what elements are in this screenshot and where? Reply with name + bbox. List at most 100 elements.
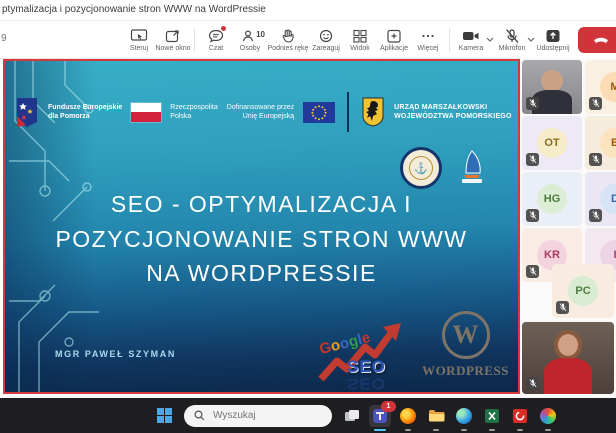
mic-off-icon — [589, 153, 602, 166]
app-open-indicator — [374, 429, 386, 431]
chat-unread-dot — [221, 26, 226, 31]
pomorskie-griffin-shield — [361, 97, 385, 127]
presentation-slide: Fundusze Europejskiedla Pomorza Rzeczpos… — [5, 61, 518, 392]
button-label: Steruj — [130, 45, 148, 52]
mic-muted-icon — [503, 28, 521, 44]
teams-meeting-window: ptymalizacja i pozycjonowanie stron WWW … — [0, 0, 616, 433]
raise-hand-button[interactable]: Podnieś rękę — [267, 22, 309, 58]
mic-off-icon — [589, 209, 602, 222]
chat-button[interactable]: Czat — [199, 22, 233, 58]
mic-off-icon — [556, 301, 569, 314]
toolbar-divider — [194, 28, 195, 52]
participant-initials: HG — [537, 184, 567, 214]
urzad-marszalkowski-label: URZĄD MARSZAŁKOWSKIWOJEWÓDZTWA POMORSKIE… — [394, 103, 512, 122]
participant-initials-tile[interactable]: B — [585, 116, 616, 170]
acrobat-app-icon[interactable] — [509, 405, 531, 427]
button-label: Udostępnij — [536, 45, 569, 52]
control-screen-icon — [130, 28, 148, 44]
apps-button[interactable]: Aplikacje — [377, 22, 411, 58]
teams-notification-badge: 1 — [381, 401, 396, 412]
meeting-timer-fragment: 9 — [1, 33, 7, 44]
shared-screen-region[interactable]: Fundusze Europejskiedla Pomorza Rzeczpos… — [3, 59, 520, 394]
camera-icon — [461, 28, 481, 44]
mic-off-icon — [589, 97, 602, 110]
button-label: Więcej — [417, 45, 438, 52]
button-label: Mikrofon — [499, 45, 526, 52]
start-button[interactable] — [153, 405, 175, 427]
button-label: Kamera — [459, 45, 484, 52]
file-explorer-icon[interactable] — [425, 405, 447, 427]
fundusze-europejskie-logo — [15, 96, 39, 128]
dofinansowane-label: Dofinansowane przezUnię Europejską — [227, 103, 294, 121]
edge-app-icon[interactable] — [453, 405, 475, 427]
slide-header: Fundusze Europejskiedla Pomorza Rzeczpos… — [15, 83, 512, 141]
uniwersytet-morski-gdynia-seal: ⚓ — [400, 147, 442, 189]
app-open-indicator — [433, 429, 439, 431]
participant-face — [541, 70, 563, 92]
sail-logo — [456, 149, 486, 187]
participant-initials: B — [600, 128, 616, 158]
participant-initials-tile[interactable]: OT — [522, 116, 582, 170]
partner-logos: ⚓ — [400, 147, 486, 189]
eu-flag — [303, 102, 335, 123]
teams-app-icon[interactable]: 1 — [369, 405, 391, 427]
search-icon — [194, 410, 205, 421]
wordpress-logo: W WORDPRESS — [413, 311, 518, 379]
participant-initials-tile[interactable]: HG — [522, 172, 582, 226]
participant-initials-tile[interactable]: PC — [552, 264, 614, 318]
poland-flag — [131, 103, 161, 122]
react-button[interactable]: Zareaguj — [309, 22, 343, 58]
microphone-button[interactable]: Mikrofon — [495, 22, 529, 58]
new-window-button[interactable]: Nowe okno — [156, 22, 190, 58]
people-count-badge: 10 — [256, 30, 265, 39]
meeting-toolbar: 9 Steruj Nowe okno Czat — [0, 21, 616, 59]
participant-video-tile[interactable] — [522, 322, 614, 394]
firefox-app-icon[interactable] — [397, 405, 419, 427]
share-screen-icon — [544, 28, 562, 44]
task-view-button[interactable] — [341, 405, 363, 427]
participant-initials-tile[interactable]: M — [585, 60, 616, 114]
participant-initials-tile[interactable]: D — [585, 172, 616, 226]
slide-title: SEO - OPTYMALIZACJA I POZYCJONOWANIE STR… — [15, 187, 508, 291]
photos-app-icon[interactable] — [537, 405, 559, 427]
button-label: Aplikacje — [380, 45, 408, 52]
windows-taskbar: 1 — [0, 398, 616, 433]
app-open-indicator — [489, 429, 495, 431]
excel-app-icon[interactable] — [481, 405, 503, 427]
more-button[interactable]: Więcej — [411, 22, 445, 58]
hang-up-icon — [592, 34, 610, 46]
share-button[interactable]: Udostępnij — [536, 22, 570, 58]
wordpress-w-icon: W — [442, 311, 490, 359]
participant-body — [544, 358, 592, 394]
rzeczpospolita-label: RzeczpospolitaPolska — [170, 103, 217, 121]
ellipsis-icon — [419, 28, 437, 44]
control-button[interactable]: Steruj — [122, 22, 156, 58]
presenter-name: MGR PAWEŁ SZYMAN — [55, 349, 176, 359]
smiley-icon — [317, 28, 335, 44]
participant-initials: M — [600, 72, 616, 102]
participant-face — [558, 334, 578, 356]
search-input[interactable] — [211, 409, 305, 422]
seo-text-reflection: SEO — [347, 374, 386, 392]
app-open-indicator — [405, 429, 411, 431]
people-button[interactable]: 10 Osoby — [233, 22, 267, 58]
button-label: Czat — [209, 45, 223, 52]
mic-off-icon — [526, 209, 539, 222]
button-label: Osoby — [240, 45, 260, 52]
participant-initials: PC — [568, 276, 598, 306]
wordpress-wordmark: WORDPRESS — [413, 363, 518, 379]
view-button[interactable]: Widok — [343, 22, 377, 58]
camera-button[interactable]: Kamera — [454, 22, 488, 58]
button-label: Podnieś rękę — [268, 45, 309, 52]
participant-initials: OT — [537, 128, 567, 158]
button-label: Widok — [350, 45, 369, 52]
toolbar-divider — [449, 28, 450, 52]
raise-hand-icon — [279, 28, 297, 44]
taskbar-search[interactable] — [184, 405, 332, 427]
participant-video-tile[interactable] — [522, 60, 582, 114]
mic-off-icon — [526, 377, 539, 390]
button-label: Nowe okno — [155, 45, 190, 52]
leave-call-button[interactable] — [578, 27, 616, 53]
participant-initials: D — [600, 184, 616, 214]
grid-view-icon — [351, 28, 369, 44]
